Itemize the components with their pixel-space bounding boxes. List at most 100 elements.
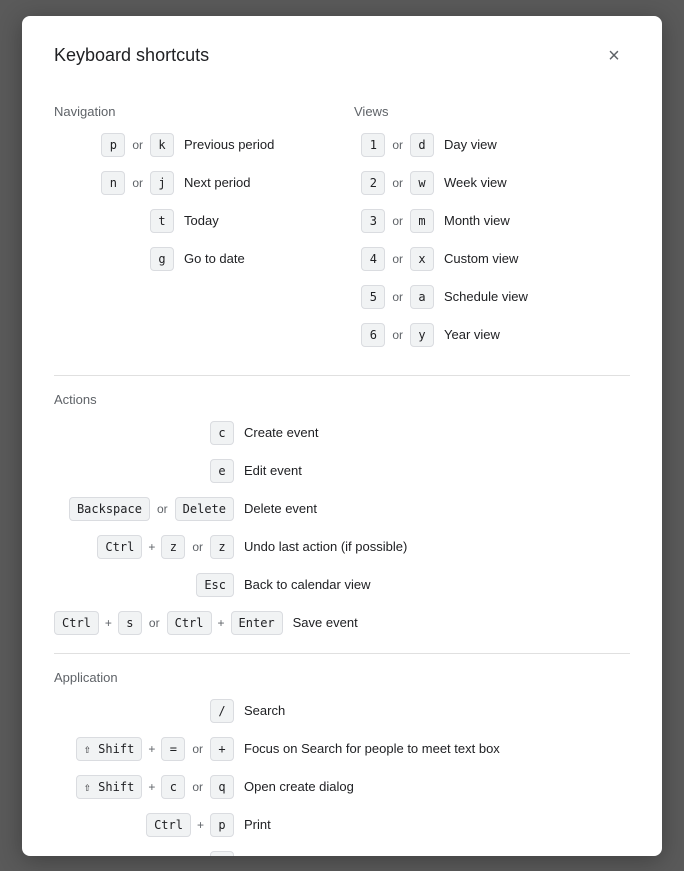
- key-badge: 3: [361, 209, 385, 233]
- shortcut-row: 3ormMonth view: [354, 207, 630, 235]
- shortcut-row: Ctrl+zorzUndo last action (if possible): [54, 533, 630, 561]
- separator-or: or: [392, 252, 403, 266]
- key-badge: y: [410, 323, 434, 347]
- shortcut-label: Edit event: [244, 463, 302, 478]
- separator-or: or: [392, 138, 403, 152]
- keys-area: 6ory: [354, 323, 434, 347]
- key-badge: g: [150, 247, 174, 271]
- separator-or: or: [157, 502, 168, 516]
- keyboard-shortcuts-dialog: Keyboard shortcuts × Navigation porkPrev…: [22, 16, 662, 856]
- shortcut-row: ⇧ Shift + corq Open create dialog: [54, 773, 630, 801]
- key-badge: p: [210, 813, 234, 837]
- close-button[interactable]: ×: [598, 40, 630, 72]
- separator-or: or: [132, 138, 143, 152]
- dialog-header: Keyboard shortcuts ×: [54, 40, 630, 72]
- shortcut-row: 4orxCustom view: [354, 245, 630, 273]
- key-badge: x: [410, 247, 434, 271]
- key-badge: t: [150, 209, 174, 233]
- separator-plus: +: [148, 540, 155, 554]
- key-badge: 2: [361, 171, 385, 195]
- shortcut-label: Focus on Search for people to meet text …: [244, 741, 500, 756]
- application-section: Application / Search ⇧ Shift + = or + Focus on …: [54, 670, 630, 856]
- keys-area: 3orm: [354, 209, 434, 233]
- shortcut-row: 2orwWeek view: [354, 169, 630, 197]
- key-badge: s: [210, 851, 234, 856]
- shortcut-label: Open create dialog: [244, 779, 354, 794]
- separator-or: or: [392, 290, 403, 304]
- key-badge: /: [210, 699, 234, 723]
- keys-area: e: [54, 459, 234, 483]
- shortcut-row: pork Previous period: [54, 131, 330, 159]
- separator-or: or: [392, 328, 403, 342]
- key-badge: Esc: [196, 573, 234, 597]
- separator-or: or: [392, 214, 403, 228]
- shortcut-row: s Settings: [54, 849, 630, 856]
- shortcut-label: Custom view: [444, 251, 518, 266]
- shortcut-label: Back to calendar view: [244, 577, 370, 592]
- key-badge: q: [210, 775, 234, 799]
- key-badge: =: [161, 737, 185, 761]
- separator-or: or: [192, 540, 203, 554]
- shortcut-label: Create event: [244, 425, 318, 440]
- keys-area: Ctrl+sorCtrl+Enter: [54, 611, 283, 635]
- shortcut-label: Settings: [244, 855, 291, 856]
- actions-section-title: Actions: [54, 392, 630, 407]
- shortcut-row: Ctrl+pPrint: [54, 811, 630, 839]
- keys-area: 5 ora: [354, 285, 434, 309]
- key-badge: ⇧ Shift: [76, 775, 143, 799]
- key-badge: Enter: [231, 611, 283, 635]
- key-badge: Ctrl: [54, 611, 99, 635]
- top-sections: Navigation porkPrevious periodnorjNext p…: [54, 96, 630, 359]
- keys-area: /: [54, 699, 234, 723]
- shortcut-row: Esc Back to calendar view: [54, 571, 630, 599]
- key-badge: a: [410, 285, 434, 309]
- separator-or: or: [132, 176, 143, 190]
- keys-area: t: [54, 209, 174, 233]
- shortcut-row: BackspaceorDeleteDelete event: [54, 495, 630, 523]
- key-badge: Delete: [175, 497, 234, 521]
- shortcut-row: c Create event: [54, 419, 630, 447]
- shortcut-label: Month view: [444, 213, 510, 228]
- shortcut-label: Week view: [444, 175, 507, 190]
- separator-plus: +: [105, 616, 112, 630]
- key-badge: d: [410, 133, 434, 157]
- key-badge: n: [101, 171, 125, 195]
- key-badge: k: [150, 133, 174, 157]
- shortcut-row: ⇧ Shift+=or+Focus on Search for people t…: [54, 735, 630, 763]
- keys-area: ⇧ Shift + corq: [54, 775, 234, 799]
- keys-area: ⇧ Shift+=or+: [54, 737, 234, 761]
- shortcut-row: 6oryYear view: [354, 321, 630, 349]
- key-badge: +: [210, 737, 234, 761]
- keys-area: pork: [54, 133, 174, 157]
- separator-or: or: [192, 780, 203, 794]
- shortcut-label: Go to date: [184, 251, 245, 266]
- keys-area: Ctrl+zorz: [54, 535, 234, 559]
- keys-area: c: [54, 421, 234, 445]
- shortcut-label: Save event: [293, 615, 358, 630]
- shortcut-row: 1ordDay view: [354, 131, 630, 159]
- shortcut-label: Previous period: [184, 137, 274, 152]
- separator-plus: +: [148, 742, 155, 756]
- shortcut-label: Schedule view: [444, 289, 528, 304]
- application-section-title: Application: [54, 670, 630, 685]
- key-badge: j: [150, 171, 174, 195]
- shortcut-label: Search: [244, 703, 285, 718]
- key-badge: z: [210, 535, 234, 559]
- shortcut-label: Today: [184, 213, 219, 228]
- shortcut-label: Undo last action (if possible): [244, 539, 407, 554]
- key-badge: c: [161, 775, 185, 799]
- key-badge: s: [118, 611, 142, 635]
- keys-area: s: [54, 851, 234, 856]
- key-badge: c: [210, 421, 234, 445]
- separator-plus: +: [148, 780, 155, 794]
- keys-area: norj: [54, 171, 174, 195]
- keys-area: 2orw: [354, 171, 434, 195]
- dialog-title: Keyboard shortcuts: [54, 45, 209, 66]
- shortcut-row: e Edit event: [54, 457, 630, 485]
- key-badge: Backspace: [69, 497, 150, 521]
- separator-or: or: [149, 616, 160, 630]
- navigation-section-title: Navigation: [54, 104, 330, 119]
- separator-or: or: [392, 176, 403, 190]
- key-badge: 5: [361, 285, 385, 309]
- separator-plus: +: [218, 616, 225, 630]
